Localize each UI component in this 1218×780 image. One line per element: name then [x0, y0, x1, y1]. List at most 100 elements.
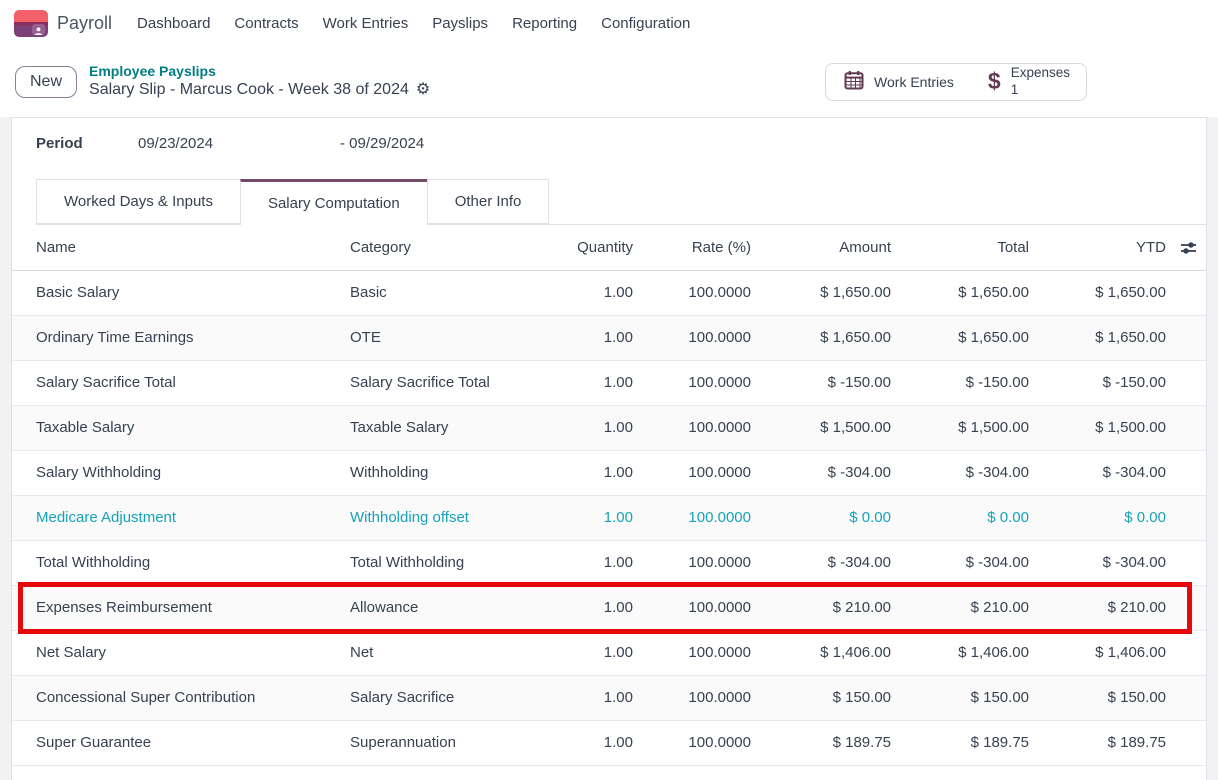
- cell-amount[interactable]: $ 1,500.00: [751, 405, 891, 450]
- cell-total[interactable]: $ 1,650.00: [891, 270, 1029, 315]
- cell-ytd[interactable]: $ -304.00: [1029, 450, 1166, 495]
- period-start-date[interactable]: 09/23/2024: [138, 135, 340, 152]
- cell-category[interactable]: Salary Sacrifice: [350, 675, 518, 720]
- cell-quantity[interactable]: 1.00: [518, 720, 633, 765]
- cell-category[interactable]: OTE: [350, 315, 518, 360]
- menu-item-dashboard[interactable]: Dashboard: [125, 9, 222, 38]
- cell-category[interactable]: Taxable Salary: [350, 405, 518, 450]
- cell-quantity[interactable]: 1.00: [518, 630, 633, 675]
- cell-rate[interactable]: 100.0000: [633, 495, 751, 540]
- cell-amount[interactable]: $ 1,650.00: [751, 315, 891, 360]
- cell-ytd[interactable]: $ 1,650.00: [1029, 270, 1166, 315]
- cell-category[interactable]: Total Withholding: [350, 540, 518, 585]
- cell-amount[interactable]: $ -304.00: [751, 450, 891, 495]
- cell-amount[interactable]: $ 210.00: [751, 585, 891, 630]
- menu-item-payslips[interactable]: Payslips: [420, 9, 500, 38]
- cell-ytd[interactable]: $ 150.00: [1029, 675, 1166, 720]
- expenses-button[interactable]: $ Expenses 1: [972, 64, 1086, 100]
- work-entries-button[interactable]: Work Entries: [826, 64, 972, 100]
- cell-quantity[interactable]: 1.00: [518, 495, 633, 540]
- cell-amount[interactable]: $ 150.00: [751, 675, 891, 720]
- cell-ytd[interactable]: $ -304.00: [1029, 540, 1166, 585]
- cell-rate[interactable]: 100.0000: [633, 540, 751, 585]
- cell-category[interactable]: Superannuation: [350, 720, 518, 765]
- cell-rate[interactable]: 100.0000: [633, 360, 751, 405]
- cell-amount[interactable]: $ 1,650.00: [751, 270, 891, 315]
- cell-rate[interactable]: 100.0000: [633, 270, 751, 315]
- column-header-amount[interactable]: Amount: [751, 225, 891, 270]
- cell-ytd[interactable]: $ 1,500.00: [1029, 405, 1166, 450]
- tab-salary-computation[interactable]: Salary Computation: [240, 179, 428, 225]
- table-row[interactable]: Taxable SalaryTaxable Salary1.00100.0000…: [12, 405, 1206, 450]
- cell-amount[interactable]: $ 1,406.00: [751, 630, 891, 675]
- cell-quantity[interactable]: 1.00: [518, 315, 633, 360]
- cell-quantity[interactable]: 1.00: [518, 360, 633, 405]
- cell-total[interactable]: $ -304.00: [891, 540, 1029, 585]
- cell-rate[interactable]: 100.0000: [633, 720, 751, 765]
- cell-category[interactable]: Salary Sacrifice Total: [350, 360, 518, 405]
- table-row[interactable]: Super GuaranteeSuperannuation1.00100.000…: [12, 720, 1206, 765]
- cell-quantity[interactable]: 1.00: [518, 450, 633, 495]
- cell-rate[interactable]: 100.0000: [633, 315, 751, 360]
- cell-quantity[interactable]: 1.00: [518, 270, 633, 315]
- cell-total[interactable]: $ 1,406.00: [891, 630, 1029, 675]
- tab-worked-days-inputs[interactable]: Worked Days & Inputs: [36, 179, 241, 224]
- cell-rate[interactable]: 100.0000: [633, 675, 751, 720]
- cell-total[interactable]: $ 1,650.00: [891, 315, 1029, 360]
- table-row[interactable]: Basic SalaryBasic1.00100.0000$ 1,650.00$…: [12, 270, 1206, 315]
- table-row[interactable]: Ordinary Time EarningsOTE1.00100.0000$ 1…: [12, 315, 1206, 360]
- cell-name[interactable]: Medicare Adjustment: [12, 495, 350, 540]
- cell-name[interactable]: Concessional Super Contribution: [12, 675, 350, 720]
- cell-rate[interactable]: 100.0000: [633, 405, 751, 450]
- menu-item-reporting[interactable]: Reporting: [500, 9, 589, 38]
- cell-amount[interactable]: $ 189.75: [751, 720, 891, 765]
- cell-amount[interactable]: $ -150.00: [751, 360, 891, 405]
- cell-ytd[interactable]: $ 1,406.00: [1029, 630, 1166, 675]
- column-header-rate[interactable]: Rate (%): [633, 225, 751, 270]
- gear-icon[interactable]: ⚙: [416, 82, 430, 98]
- table-row-highlighted[interactable]: Expenses ReimbursementAllowance1.00100.0…: [12, 585, 1206, 630]
- cell-category[interactable]: Net: [350, 630, 518, 675]
- cell-category[interactable]: Allowance: [350, 585, 518, 630]
- cell-name[interactable]: Salary Sacrifice Total: [12, 360, 350, 405]
- menu-item-work-entries[interactable]: Work Entries: [311, 9, 421, 38]
- cell-total[interactable]: $ 189.75: [891, 720, 1029, 765]
- adjust-columns-button[interactable]: [1166, 225, 1206, 270]
- new-button[interactable]: New: [15, 66, 77, 98]
- cell-name[interactable]: Expenses Reimbursement: [12, 585, 350, 630]
- cell-ytd[interactable]: $ 189.75: [1029, 720, 1166, 765]
- cell-name[interactable]: Total Withholding: [12, 540, 350, 585]
- column-header-category[interactable]: Category: [350, 225, 518, 270]
- cell-amount[interactable]: $ -304.00: [751, 540, 891, 585]
- column-header-name[interactable]: Name: [12, 225, 350, 270]
- cell-name[interactable]: Ordinary Time Earnings: [12, 315, 350, 360]
- cell-name[interactable]: Super Guarantee: [12, 720, 350, 765]
- cell-name[interactable]: Net Salary: [12, 630, 350, 675]
- cell-total[interactable]: $ 210.00: [891, 585, 1029, 630]
- cell-category[interactable]: Basic: [350, 270, 518, 315]
- menu-item-configuration[interactable]: Configuration: [589, 9, 702, 38]
- cell-quantity[interactable]: 1.00: [518, 585, 633, 630]
- app-brand[interactable]: Payroll: [14, 10, 112, 37]
- cell-rate[interactable]: 100.0000: [633, 630, 751, 675]
- cell-quantity[interactable]: 1.00: [518, 675, 633, 720]
- cell-quantity[interactable]: 1.00: [518, 405, 633, 450]
- cell-amount[interactable]: $ 0.00: [751, 495, 891, 540]
- cell-ytd[interactable]: $ -150.00: [1029, 360, 1166, 405]
- table-row[interactable]: Salary Sacrifice TotalSalary Sacrifice T…: [12, 360, 1206, 405]
- column-header-ytd[interactable]: YTD: [1029, 225, 1166, 270]
- cell-total[interactable]: $ -150.00: [891, 360, 1029, 405]
- cell-rate[interactable]: 100.0000: [633, 450, 751, 495]
- tab-other-info[interactable]: Other Info: [427, 179, 550, 224]
- cell-name[interactable]: Salary Withholding: [12, 450, 350, 495]
- column-header-quantity[interactable]: Quantity: [518, 225, 633, 270]
- table-row[interactable]: Salary WithholdingWithholding1.00100.000…: [12, 450, 1206, 495]
- table-row[interactable]: Total WithholdingTotal Withholding1.0010…: [12, 540, 1206, 585]
- cell-total[interactable]: $ 150.00: [891, 675, 1029, 720]
- cell-ytd[interactable]: $ 210.00: [1029, 585, 1166, 630]
- cell-quantity[interactable]: 1.00: [518, 540, 633, 585]
- cell-total[interactable]: $ 1,500.00: [891, 405, 1029, 450]
- column-header-total[interactable]: Total: [891, 225, 1029, 270]
- cell-name[interactable]: Taxable Salary: [12, 405, 350, 450]
- cell-category[interactable]: Withholding offset: [350, 495, 518, 540]
